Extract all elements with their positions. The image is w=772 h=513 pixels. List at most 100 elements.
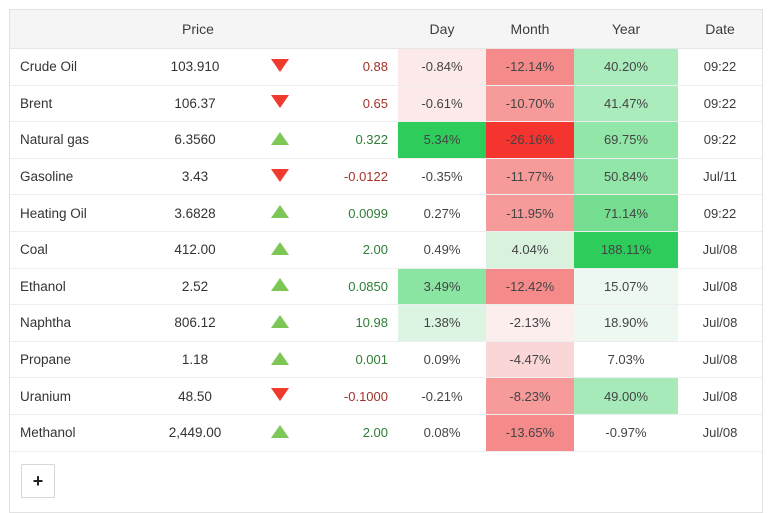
cell-year-pct: 188.11%	[574, 231, 678, 269]
cell-price: 1.18	[140, 341, 250, 379]
cell-year-pct: 7.03%	[574, 341, 678, 379]
cell-day-pct: 0.49%	[398, 231, 486, 269]
cell-trend	[250, 377, 310, 415]
cell-month-pct: -11.95%	[486, 194, 574, 232]
cell-commodity-name[interactable]: Natural gas	[10, 121, 140, 159]
cell-day-pct: 0.27%	[398, 194, 486, 232]
cell-date: Jul/08	[678, 414, 762, 452]
table-row[interactable]: Naphtha 806.12 10.98 1.38% -2.13% 18.90% Jul/0…	[10, 304, 762, 342]
cell-month-pct: -8.23%	[486, 377, 574, 415]
cell-month-pct: -11.77%	[486, 158, 574, 196]
triangle-up-icon	[271, 314, 289, 328]
column-header-name[interactable]	[10, 10, 140, 49]
triangle-up-icon	[271, 205, 289, 219]
table-row[interactable]: Crude Oil 103.910 0.88 -0.84% -12.14% 40.20% 0…	[10, 48, 762, 86]
cell-commodity-name[interactable]: Uranium	[10, 377, 140, 415]
triangle-up-icon	[271, 131, 289, 145]
cell-year-pct: 18.90%	[574, 304, 678, 342]
cell-change: 0.0099	[310, 194, 398, 232]
cell-day-pct: 3.49%	[398, 268, 486, 306]
cell-price: 3.43	[140, 158, 250, 196]
cell-change: -0.1000	[310, 377, 398, 415]
cell-commodity-name[interactable]: Heating Oil	[10, 194, 140, 232]
column-header-price[interactable]: Price	[140, 10, 250, 49]
cell-change: 0.001	[310, 341, 398, 379]
cell-year-pct: 69.75%	[574, 121, 678, 159]
cell-commodity-name[interactable]: Methanol	[10, 414, 140, 452]
triangle-up-icon	[271, 241, 289, 255]
table-row[interactable]: Uranium 48.50 -0.1000 -0.21% -8.23% 49.00% Jul…	[10, 377, 762, 415]
cell-trend	[250, 268, 310, 306]
cell-change: 2.00	[310, 414, 398, 452]
table-row[interactable]: Brent 106.37 0.65 -0.61% -10.70% 41.47% 09:22	[10, 85, 762, 123]
cell-day-pct: -0.84%	[398, 48, 486, 86]
table-body: Crude Oil 103.910 0.88 -0.84% -12.14% 40.20% 0…	[10, 48, 762, 452]
cell-month-pct: -10.70%	[486, 85, 574, 123]
cell-commodity-name[interactable]: Brent	[10, 85, 140, 123]
cell-trend	[250, 304, 310, 342]
cell-price: 2.52	[140, 268, 250, 306]
triangle-up-icon	[271, 424, 289, 438]
cell-date: Jul/08	[678, 377, 762, 415]
cell-trend	[250, 194, 310, 232]
cell-change: 2.00	[310, 231, 398, 269]
cell-day-pct: 0.08%	[398, 414, 486, 452]
triangle-down-icon	[271, 95, 289, 109]
cell-year-pct: 41.47%	[574, 85, 678, 123]
cell-date: 09:22	[678, 48, 762, 86]
cell-month-pct: -12.14%	[486, 48, 574, 86]
column-header-date[interactable]: Date	[678, 10, 762, 49]
cell-date: Jul/11	[678, 158, 762, 196]
cell-commodity-name[interactable]: Naphtha	[10, 304, 140, 342]
column-header-change[interactable]	[310, 10, 398, 49]
table-row[interactable]: Ethanol 2.52 0.0850 3.49% -12.42% 15.07% Jul/0…	[10, 268, 762, 306]
cell-month-pct: -2.13%	[486, 304, 574, 342]
cell-trend	[250, 85, 310, 123]
cell-year-pct: 71.14%	[574, 194, 678, 232]
column-header-trend	[250, 10, 310, 49]
cell-day-pct: 5.34%	[398, 121, 486, 159]
table-row[interactable]: Gasoline 3.43 -0.0122 -0.35% -11.77% 50.84% Ju…	[10, 158, 762, 196]
table-row[interactable]: Heating Oil 3.6828 0.0099 0.27% -11.95% 71.14…	[10, 194, 762, 232]
table-row[interactable]: Coal 412.00 2.00 0.49% 4.04% 188.11% Jul/08	[10, 231, 762, 269]
cell-commodity-name[interactable]: Propane	[10, 341, 140, 379]
table-row[interactable]: Propane 1.18 0.001 0.09% -4.47% 7.03% Jul/08	[10, 341, 762, 379]
cell-commodity-name[interactable]: Coal	[10, 231, 140, 269]
cell-commodity-name[interactable]: Ethanol	[10, 268, 140, 306]
cell-day-pct: -0.21%	[398, 377, 486, 415]
table-row[interactable]: Natural gas 6.3560 0.322 5.34% -26.16% 69.75%…	[10, 121, 762, 159]
column-header-day[interactable]: Day	[398, 10, 486, 49]
triangle-down-icon	[271, 58, 289, 72]
table-header: Price Day Month Year Date	[10, 10, 762, 49]
cell-day-pct: 0.09%	[398, 341, 486, 379]
cell-year-pct: 15.07%	[574, 268, 678, 306]
cell-month-pct: -4.47%	[486, 341, 574, 379]
column-header-month[interactable]: Month	[486, 10, 574, 49]
cell-year-pct: 40.20%	[574, 48, 678, 86]
cell-change: 0.88	[310, 48, 398, 86]
cell-date: 09:22	[678, 121, 762, 159]
cell-change: 0.65	[310, 85, 398, 123]
cell-month-pct: -12.42%	[486, 268, 574, 306]
cell-date: 09:22	[678, 194, 762, 232]
table-row[interactable]: Methanol 2,449.00 2.00 0.08% -13.65% -0.97% Ju…	[10, 414, 762, 452]
cell-month-pct: -26.16%	[486, 121, 574, 159]
cell-day-pct: 1.38%	[398, 304, 486, 342]
cell-trend	[250, 341, 310, 379]
cell-price: 2,449.00	[140, 414, 250, 452]
cell-trend	[250, 414, 310, 452]
cell-date: Jul/08	[678, 304, 762, 342]
cell-month-pct: 4.04%	[486, 231, 574, 269]
table-header-row: Price Day Month Year Date	[10, 10, 762, 49]
cell-change: 0.322	[310, 121, 398, 159]
cell-commodity-name[interactable]: Gasoline	[10, 158, 140, 196]
cell-month-pct: -13.65%	[486, 414, 574, 452]
cell-trend	[250, 48, 310, 86]
add-commodity-button[interactable]: +	[21, 463, 55, 498]
cell-commodity-name[interactable]: Crude Oil	[10, 48, 140, 86]
triangle-up-icon	[271, 278, 289, 292]
cell-change: -0.0122	[310, 158, 398, 196]
cell-price: 48.50	[140, 377, 250, 415]
commodity-quotes-app: Price Day Month Year Date Crude Oil 103.9…	[0, 0, 772, 513]
column-header-year[interactable]: Year	[574, 10, 678, 49]
